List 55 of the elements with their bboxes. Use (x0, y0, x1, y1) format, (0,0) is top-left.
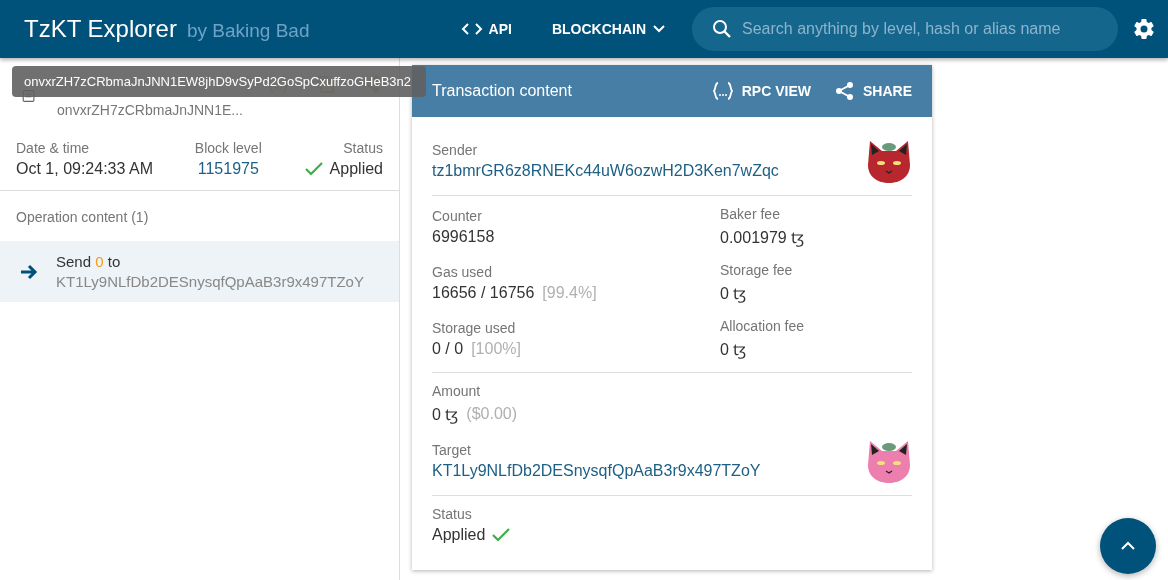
field-label: Amount (432, 383, 482, 399)
field-value: Oct 1, 09:24:33 AM (16, 160, 153, 178)
item-target: KT1Ly9NLfDb2DESnysqfQpAaB3r9x497TZoY (56, 273, 364, 290)
card-title: Transaction content (432, 82, 573, 100)
arrow-right-icon (20, 263, 38, 280)
field-note: [100%] (471, 340, 521, 358)
check-icon (491, 527, 512, 543)
status-value: Applied (329, 160, 383, 178)
search-icon (712, 19, 732, 39)
field-label: Gas used (432, 264, 493, 280)
operation-hash: onvxrZH7zCRbmaJnJNN1E... (57, 102, 243, 118)
field-label: Counter (432, 208, 483, 224)
field-label: Baker fee (720, 206, 781, 222)
nav-button[interactable]: BLOCKCHAIN (537, 13, 680, 45)
code-icon (460, 22, 483, 36)
braces-icon (711, 82, 734, 100)
field-label: Allocation fee (720, 318, 806, 334)
field-value: 0.001979 ꜩ (720, 228, 805, 248)
content-label: Operation content (1) (15, 208, 150, 227)
scroll-top-button[interactable] (1100, 518, 1156, 574)
field-label: Status (432, 506, 473, 522)
field-value: 16656 / 16756 (432, 284, 535, 302)
field-value: 0 ꜩ (720, 284, 747, 304)
field-value: 0 ꜩ (720, 340, 747, 360)
stat-label: Block level (194, 140, 262, 156)
nav-button[interactable]: API (446, 13, 526, 45)
field-note: [99.4%] (542, 284, 597, 302)
field-note: ($0.00) (466, 405, 518, 423)
brand-title[interactable]: TzKT Explorer (24, 15, 177, 43)
search-input[interactable]: Search anything by level, hash or alias name (740, 19, 1098, 39)
stat-label: Date & time (16, 140, 90, 156)
field-label: Storage used (432, 320, 517, 336)
status-value: Applied (432, 526, 486, 544)
address-link[interactable]: KT1Ly9NLfDb2DESnysqfQpAaB3r9x497TZoY (432, 462, 866, 480)
item-summary: Send 0 to (56, 253, 122, 270)
field-label: Storage fee (720, 262, 794, 278)
check-icon (303, 161, 324, 177)
address-link[interactable]: 1151975 (197, 160, 259, 178)
share-icon (835, 81, 855, 101)
field-value: 0 / 0 (432, 340, 464, 358)
field-value: 0 ꜩ (432, 405, 459, 425)
hash-tooltip: onvxrZH7zCRbmaJnJNN1EW8jhD9vSyPd2GoSpCxuffzoGHeB3n2 (12, 66, 426, 97)
header-action[interactable]: RPC VIEW (711, 82, 811, 100)
chevron-up-icon (1120, 541, 1136, 551)
field-value: 6996158 (432, 228, 495, 246)
chevron-down-icon (652, 24, 666, 34)
field-label: Sender (432, 142, 479, 158)
brand-byline: by Baking Bad (186, 19, 310, 42)
header-action[interactable]: SHARE (835, 81, 912, 101)
field-label: Target (432, 442, 472, 458)
search-field[interactable]: Search anything by level, hash or alias name (692, 7, 1118, 51)
operation-item[interactable]: Send 0 to KT1Ly9NLfDb2DESnysqfQpAaB3r9x497TZoY (0, 241, 399, 302)
stat-label: Status (343, 140, 383, 156)
settings-icon[interactable] (1132, 17, 1156, 41)
address-link[interactable]: tz1bmrGR6z8RNEKc44uW6ozwH2D3Ken7wZqc (432, 162, 866, 180)
